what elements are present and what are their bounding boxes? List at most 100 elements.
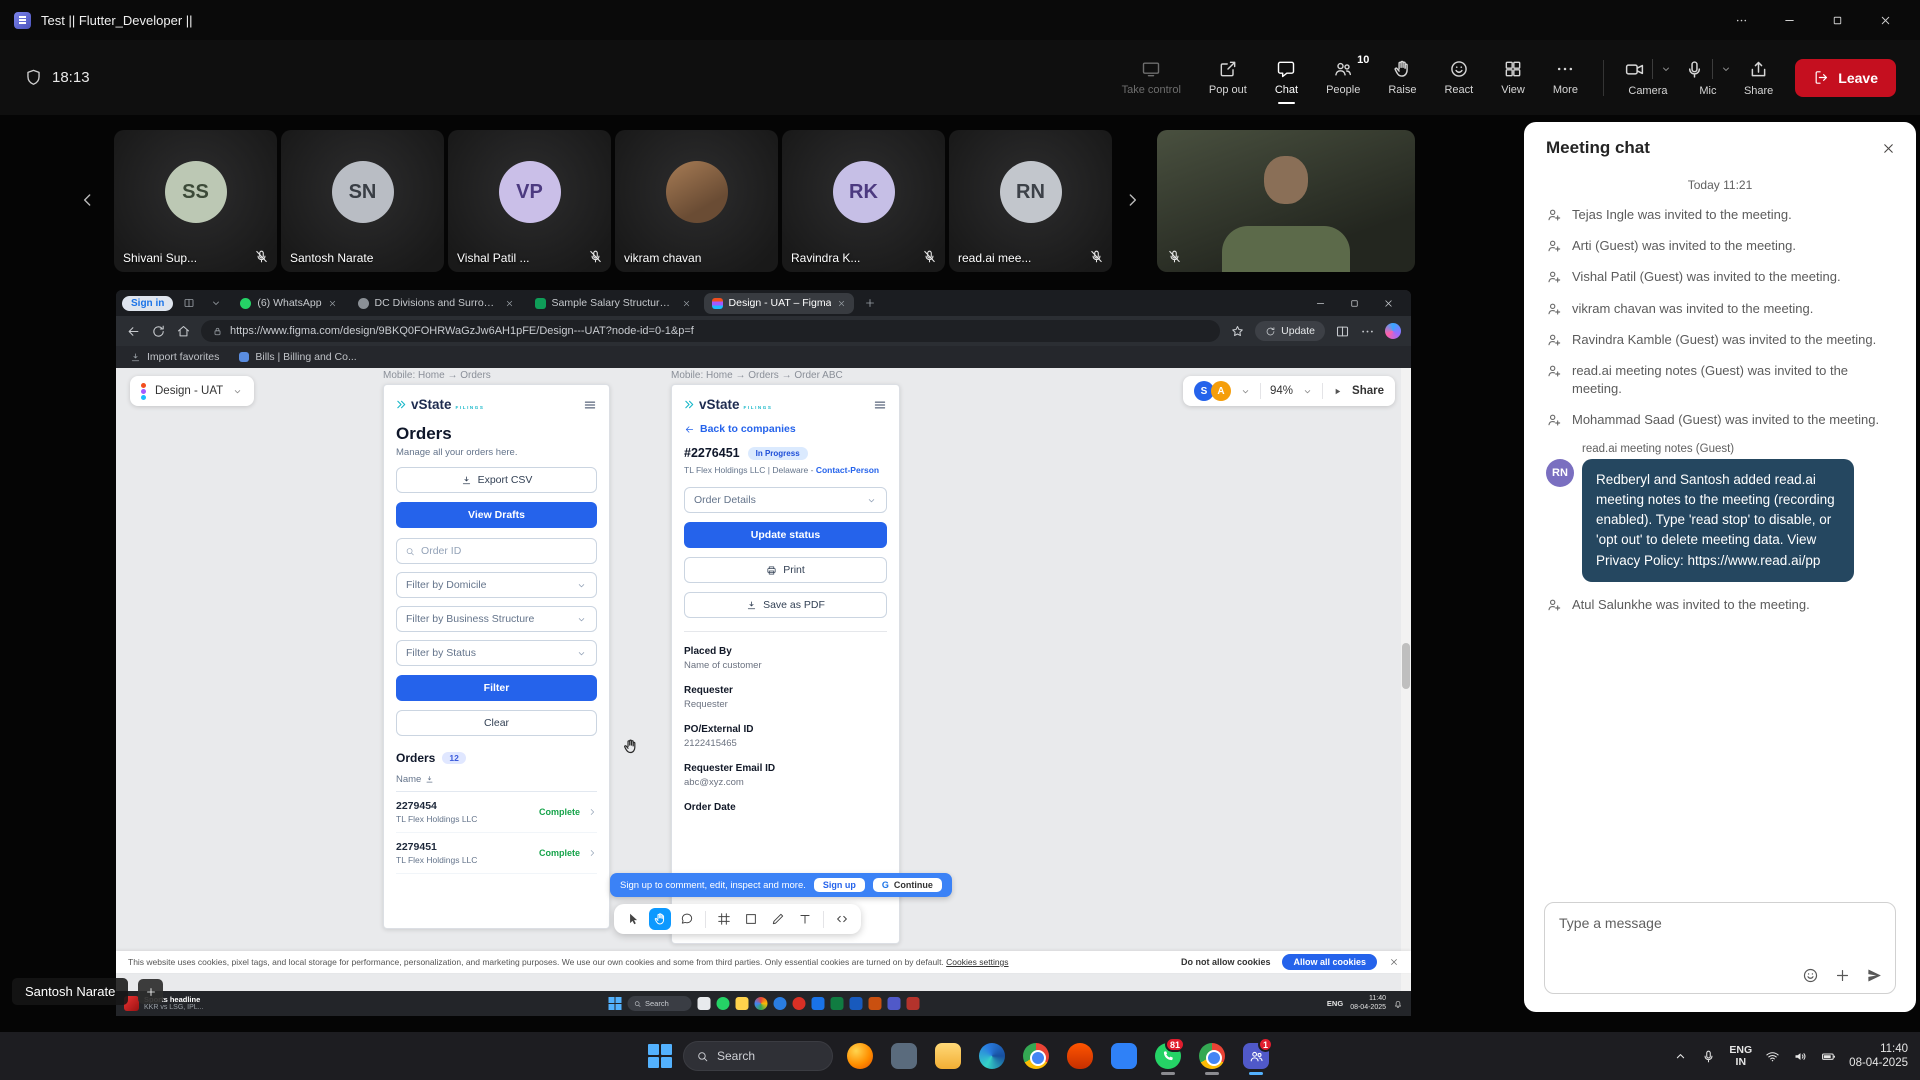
take-control-button[interactable]: Take control xyxy=(1111,51,1192,104)
hand-tool[interactable] xyxy=(649,908,671,930)
chevron-down-icon[interactable] xyxy=(1240,386,1251,397)
move-tool[interactable] xyxy=(622,908,644,930)
shared-system-tray[interactable]: ENG 11:4008-04-2025 xyxy=(1327,995,1403,1011)
view-drafts-button[interactable]: View Drafts xyxy=(396,502,597,528)
window-maximize-button[interactable] xyxy=(1816,5,1858,35)
language-indicator[interactable]: ENGIN xyxy=(1729,1044,1752,1068)
signup-button[interactable]: Sign up xyxy=(814,878,865,892)
emoji-icon[interactable] xyxy=(1802,967,1819,984)
shared-taskbar-app-icon[interactable] xyxy=(849,997,862,1010)
tab-close-icon[interactable] xyxy=(837,299,846,308)
deny-cookies-button[interactable]: Do not allow cookies xyxy=(1181,957,1271,967)
google-continue-button[interactable]: GContinue xyxy=(873,878,942,892)
scrollbar-thumb[interactable] xyxy=(1402,643,1410,689)
tab-close-icon[interactable] xyxy=(505,299,514,308)
contact-person-link[interactable]: Contact-Person xyxy=(816,465,879,475)
url-field[interactable]: https://www.figma.com/design/9BKQ0FOHRWa… xyxy=(201,320,1220,342)
shared-taskbar-app-icon[interactable] xyxy=(811,997,824,1010)
pen-tool[interactable] xyxy=(767,908,789,930)
participant-tile[interactable]: SN Santosh Narate xyxy=(281,130,444,272)
comment-tool[interactable] xyxy=(676,908,698,930)
chat-message-list[interactable]: Today 11:21 Tejas Ingle was invited to t… xyxy=(1524,166,1916,892)
taskbar-teams-icon[interactable]: 1 xyxy=(1239,1036,1273,1076)
view-button[interactable]: View xyxy=(1490,51,1536,104)
figma-share-button[interactable]: Share xyxy=(1352,385,1384,397)
chevron-down-icon[interactable] xyxy=(1720,63,1732,75)
shared-taskbar-app-icon[interactable] xyxy=(716,997,729,1010)
import-favorites-button[interactable]: Import favorites xyxy=(130,351,219,363)
browser-maximize-button[interactable] xyxy=(1337,291,1371,315)
shared-taskbar-app-icon[interactable] xyxy=(697,997,710,1010)
taskbar-edge-icon[interactable] xyxy=(975,1036,1009,1076)
browser-minimize-button[interactable] xyxy=(1303,291,1337,315)
shared-start-button[interactable] xyxy=(608,997,621,1010)
attach-plus-icon[interactable] xyxy=(1834,967,1851,984)
participant-tile[interactable]: SS Shivani Sup... xyxy=(114,130,277,272)
chevron-down-icon[interactable] xyxy=(232,386,243,397)
react-button[interactable]: React xyxy=(1433,51,1484,104)
new-tab-button[interactable] xyxy=(859,293,881,313)
zoom-level[interactable]: 94% xyxy=(1270,385,1293,397)
vertical-tabs-icon[interactable] xyxy=(178,293,200,313)
shared-taskbar-app-icon[interactable] xyxy=(735,997,748,1010)
participant-tile[interactable]: RN read.ai mee... xyxy=(949,130,1112,272)
chat-close-icon[interactable] xyxy=(1881,141,1896,156)
update-status-button[interactable]: Update status xyxy=(684,522,887,548)
order-details-select[interactable]: Order Details xyxy=(684,487,887,513)
chevron-down-icon[interactable] xyxy=(1660,63,1672,75)
print-button[interactable]: Print xyxy=(684,557,887,583)
table-header[interactable]: Name xyxy=(396,774,597,792)
browser-tab-figma[interactable]: Design - UAT – Figma xyxy=(704,293,855,314)
cookie-close-icon[interactable] xyxy=(1389,957,1399,967)
filter-button[interactable]: Filter xyxy=(396,675,597,701)
chat-message[interactable]: RN Redberyl and Santosh added read.ai me… xyxy=(1524,459,1916,582)
window-more-icon[interactable] xyxy=(1720,5,1762,35)
chevron-down-icon[interactable] xyxy=(1302,386,1313,397)
participant-tile[interactable]: RK Ravindra K... xyxy=(782,130,945,272)
tray-chevron-up-icon[interactable] xyxy=(1673,1049,1688,1064)
start-button[interactable] xyxy=(647,1043,673,1069)
hamburger-menu-icon[interactable] xyxy=(873,398,887,412)
allow-cookies-button[interactable]: Allow all cookies xyxy=(1282,954,1377,970)
order-id-search[interactable] xyxy=(396,538,597,564)
shared-taskbar-app-icon[interactable] xyxy=(868,997,881,1010)
favorite-bills-link[interactable]: Bills | Billing and Co... xyxy=(239,351,356,363)
tray-mic-icon[interactable] xyxy=(1701,1049,1716,1064)
back-to-companies-link[interactable]: Back to companies xyxy=(684,423,887,435)
shared-taskbar-app-icon[interactable] xyxy=(773,997,786,1010)
pop-out-button[interactable]: Pop out xyxy=(1198,51,1258,104)
shared-taskbar-app-icon[interactable] xyxy=(792,997,805,1010)
browser-tab-dc[interactable]: DC Divisions and Surroundings xyxy=(350,293,522,314)
spotlight-video-tile[interactable] xyxy=(1157,130,1415,272)
frame-label[interactable]: Mobile: Home → Orders → Order ABC xyxy=(671,370,843,381)
present-icon[interactable] xyxy=(1332,386,1343,397)
order-id-input[interactable] xyxy=(421,545,588,557)
order-row[interactable]: 2279451TL Flex Holdings LLC Complete xyxy=(396,833,597,874)
design-frame-order-detail[interactable]: vState FILINGS Back to companies #227645… xyxy=(671,384,900,944)
window-minimize-button[interactable] xyxy=(1768,5,1810,35)
shape-tool[interactable] xyxy=(740,908,762,930)
taskbar-clock[interactable]: 11:4008-04-2025 xyxy=(1849,1042,1908,1071)
browser-tab-whatsapp[interactable]: (6) WhatsApp xyxy=(232,293,344,314)
figma-view-controls[interactable]: S A 94% Share xyxy=(1183,376,1395,406)
tab-actions-icon[interactable] xyxy=(205,293,227,313)
people-button[interactable]: 10People xyxy=(1315,51,1371,104)
browser-tab-sheet[interactable]: Sample Salary Structure with cal... xyxy=(527,293,699,314)
figma-doc-pill[interactable]: Design - UAT xyxy=(130,376,254,406)
frame-tool[interactable] xyxy=(713,908,735,930)
taskbar-brave-icon[interactable] xyxy=(1063,1036,1097,1076)
chat-button[interactable]: Chat xyxy=(1264,51,1309,104)
favorite-star-icon[interactable] xyxy=(1230,324,1245,339)
browser-signin-button[interactable]: Sign in xyxy=(122,296,173,311)
volume-icon[interactable] xyxy=(1793,1049,1808,1064)
taskbar-chrome-icon[interactable] xyxy=(1019,1036,1053,1076)
figma-canvas[interactable]: Mobile: Home → Orders Mobile: Home → Ord… xyxy=(116,368,1411,991)
compose-box[interactable] xyxy=(1544,902,1896,994)
taskbar-chrome2-icon[interactable] xyxy=(1195,1036,1229,1076)
browser-close-button[interactable] xyxy=(1371,291,1405,315)
taskbar-vscode-icon[interactable] xyxy=(1107,1036,1141,1076)
more-button[interactable]: More xyxy=(1542,51,1589,104)
camera-button[interactable]: Camera xyxy=(1618,53,1678,103)
wifi-icon[interactable] xyxy=(1765,1049,1780,1064)
taskbar-firefox-icon[interactable] xyxy=(843,1036,877,1076)
